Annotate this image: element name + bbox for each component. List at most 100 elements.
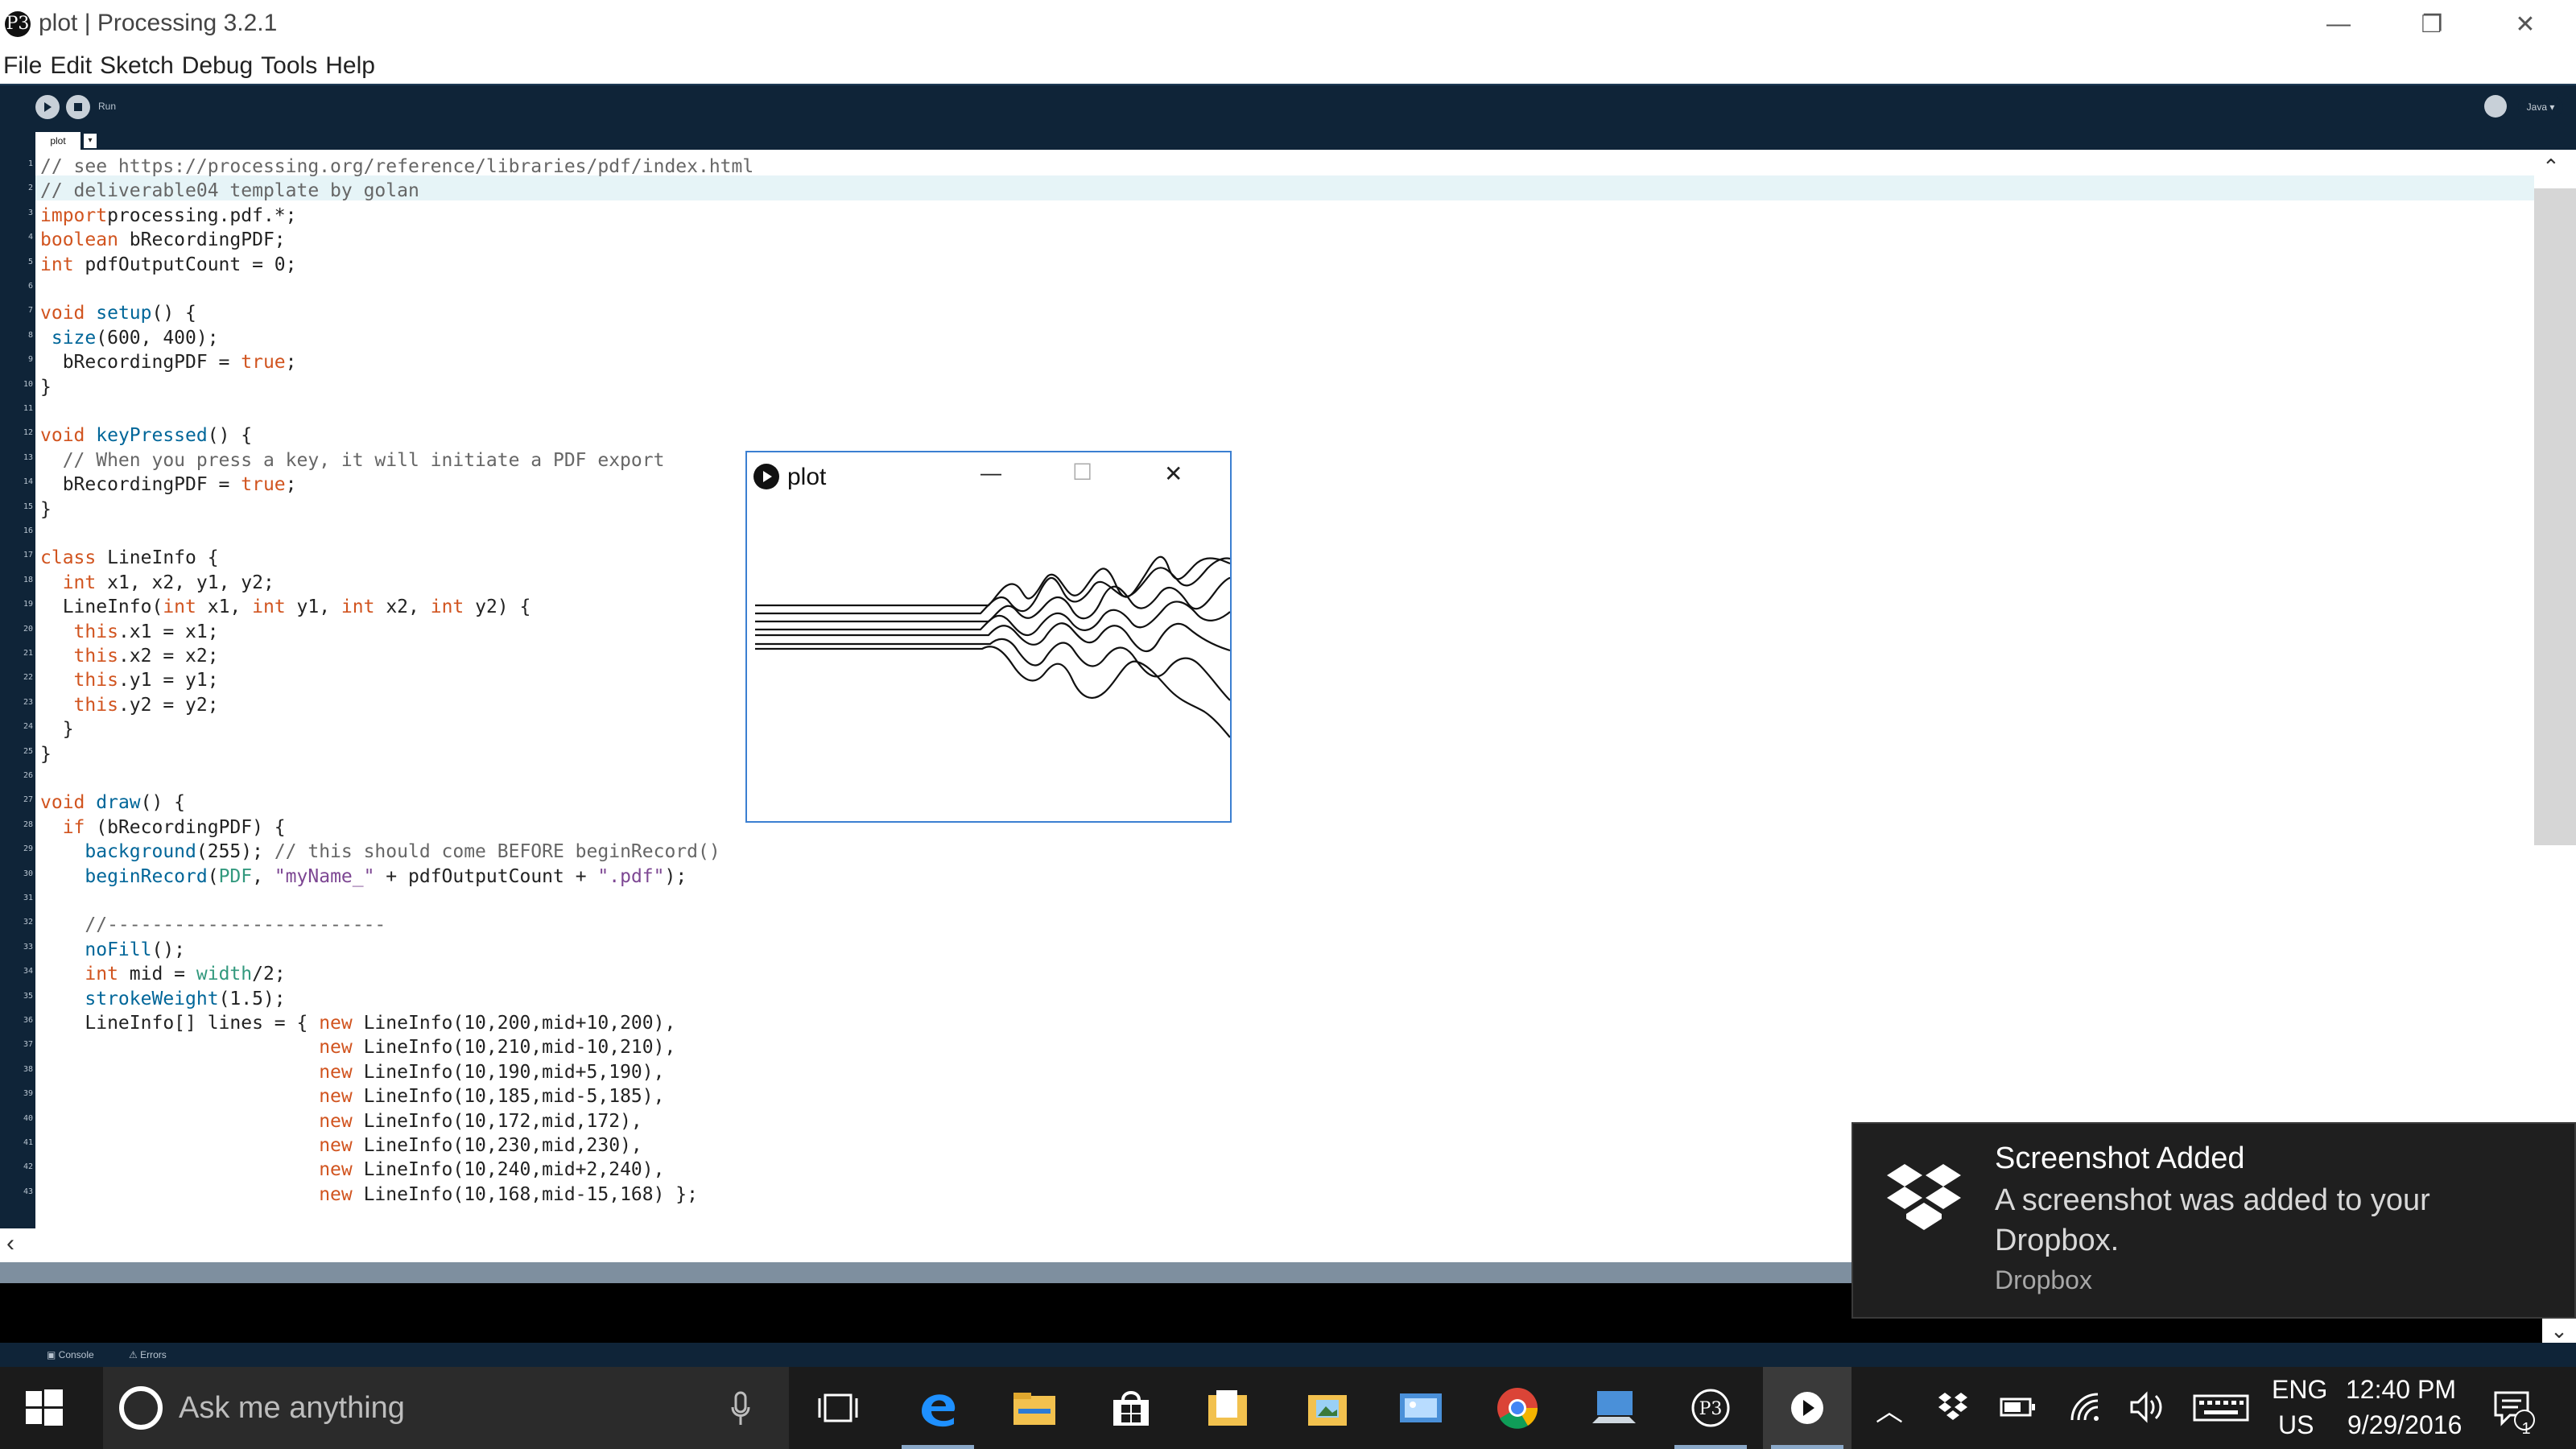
volume-icon[interactable] — [2130, 1391, 2165, 1423]
close-button[interactable]: ✕ — [2489, 5, 2562, 43]
sketch-window[interactable]: plot — ☐ ✕ — [745, 451, 1232, 823]
code-line: boolean bRecordingPDF; — [40, 228, 286, 253]
code-token: LineInfo(10,210,mid-10,210), — [352, 1037, 676, 1059]
minimize-button[interactable]: — — [2302, 5, 2375, 43]
scrollbar-thumb[interactable] — [2534, 188, 2576, 845]
chrome-button[interactable] — [1473, 1367, 1562, 1449]
line-number: 32 — [23, 918, 33, 927]
code-token: ; — [285, 474, 297, 496]
search-placeholder: Ask me anything — [179, 1391, 405, 1425]
start-button[interactable] — [24, 1388, 64, 1428]
menu-debug[interactable]: Debug — [182, 52, 253, 80]
code-editor[interactable]: // see https://processing.org/reference/… — [35, 150, 2534, 1228]
notification-body: A screenshot was added to your Dropbox. — [1995, 1183, 2430, 1257]
code-line: class LineInfo { — [40, 546, 219, 571]
sketch-canvas — [755, 555, 1230, 738]
line-number: 19 — [23, 600, 33, 609]
mode-selector[interactable]: Java ▾ — [2518, 97, 2563, 118]
tab-console[interactable]: ▣ Console — [47, 1349, 94, 1360]
code-token: LineInfo(10,230,mid,230), — [352, 1135, 642, 1156]
processing-button[interactable]: P3 — [1666, 1367, 1755, 1449]
code-line: this.y1 = y1; — [40, 668, 219, 693]
clock-time[interactable]: 12:40 PM — [2346, 1375, 2456, 1405]
stop-button[interactable] — [66, 95, 90, 119]
code-token: LineInfo(10,190,mid+5,190), — [352, 1061, 665, 1083]
code-token: y2) { — [464, 597, 531, 618]
dropbox-notification[interactable]: Screenshot Added A screenshot was added … — [1852, 1122, 2576, 1319]
input-locale[interactable]: US — [2278, 1410, 2314, 1440]
tab-plot[interactable]: plot — [35, 132, 80, 150]
documents-folder-icon — [1208, 1390, 1247, 1426]
line-number: 30 — [23, 869, 33, 878]
battery-icon[interactable] — [2000, 1396, 2037, 1418]
menu-tools[interactable]: Tools — [261, 52, 317, 80]
code-line: strokeWeight(1.5); — [40, 987, 285, 1012]
line-number: 22 — [23, 673, 33, 683]
task-view-button[interactable] — [794, 1367, 882, 1449]
menu-help[interactable]: Help — [325, 52, 375, 80]
processing-run-icon — [753, 464, 779, 489]
code-token: LineInfo(10,172,mid,172), — [352, 1110, 642, 1132]
code-token: int — [430, 597, 464, 618]
microphone-icon[interactable] — [731, 1391, 750, 1426]
dropbox-tray-icon[interactable] — [1937, 1391, 1969, 1423]
code-line: new LineInfo(10,172,mid,172), — [40, 1109, 642, 1134]
debugger-icon[interactable] — [2484, 95, 2507, 118]
line-number: 43 — [23, 1187, 33, 1196]
show-hidden-icons-icon[interactable]: ︿ — [1876, 1389, 1903, 1429]
edge-button[interactable] — [894, 1367, 982, 1449]
line-number: 11 — [23, 404, 33, 413]
menu-file[interactable]: File — [3, 52, 42, 80]
code-token: //------------------------- — [40, 914, 386, 936]
code-token: int — [163, 597, 196, 618]
scroll-left-icon[interactable]: ‹ — [6, 1230, 14, 1257]
store-button[interactable] — [1087, 1367, 1175, 1449]
maximize-button[interactable]: ❐ — [2396, 5, 2468, 43]
scroll-up-icon[interactable]: ⌃ — [2542, 155, 2560, 180]
keyboard-icon[interactable] — [2193, 1394, 2249, 1422]
errors-tab-label: Errors — [140, 1349, 167, 1360]
run-button[interactable] — [35, 95, 60, 119]
line-number: 33 — [23, 942, 33, 952]
tab-menu-arrow-icon[interactable]: ▾ — [84, 134, 97, 148]
vertical-scrollbar[interactable]: ⌃ — [2534, 150, 2576, 1228]
line-number: 36 — [23, 1016, 33, 1025]
file-explorer-button[interactable] — [990, 1367, 1079, 1449]
menu-sketch[interactable]: Sketch — [100, 52, 174, 80]
remote-desktop-button[interactable] — [1570, 1367, 1658, 1449]
code-line: if (bRecordingPDF) { — [40, 815, 286, 840]
sketch-maximize-button[interactable]: ☐ — [1072, 459, 1092, 485]
code-token: strokeWeight — [85, 988, 219, 1009]
code-token: // see https://processing.org/reference/… — [40, 156, 754, 177]
line-number: 3 — [27, 208, 33, 217]
photo-viewer-button[interactable] — [1377, 1367, 1465, 1449]
cortana-icon — [119, 1386, 163, 1430]
notification-title: Screenshot Added — [1995, 1141, 2245, 1175]
wifi-icon[interactable] — [2069, 1391, 2101, 1423]
code-token: width — [196, 964, 253, 985]
processing-sketch-button[interactable] — [1763, 1367, 1852, 1449]
scroll-down-icon[interactable]: ⌄ — [2542, 1319, 2576, 1343]
code-line: background(255); // this should come BEF… — [40, 840, 720, 865]
input-language[interactable]: ENG — [2272, 1375, 2327, 1405]
menu-edit[interactable]: Edit — [50, 52, 92, 80]
code-line: new LineInfo(10,240,mid+2,240), — [40, 1158, 664, 1183]
sketch-minimize-button[interactable]: — — [980, 460, 1001, 485]
line-number: 8 — [27, 330, 33, 340]
clock-date[interactable]: 9/29/2016 — [2347, 1410, 2462, 1440]
code-token: class — [40, 547, 97, 569]
code-token: , — [252, 865, 275, 887]
tab-errors[interactable]: ⚠ Errors — [129, 1349, 167, 1360]
search-box[interactable]: Ask me anything — [103, 1367, 789, 1449]
code-token: void — [40, 303, 85, 324]
sketch-title-bar[interactable]: plot — ☐ ✕ — [747, 452, 1230, 501]
code-token: (600, 400); — [96, 327, 219, 349]
sketch-close-button[interactable]: ✕ — [1164, 460, 1183, 487]
documents-folder-button[interactable] — [1183, 1367, 1272, 1449]
code-line: this.y2 = y2; — [40, 693, 219, 718]
line-number: 12 — [23, 428, 33, 438]
pictures-folder-button[interactable] — [1283, 1367, 1372, 1449]
